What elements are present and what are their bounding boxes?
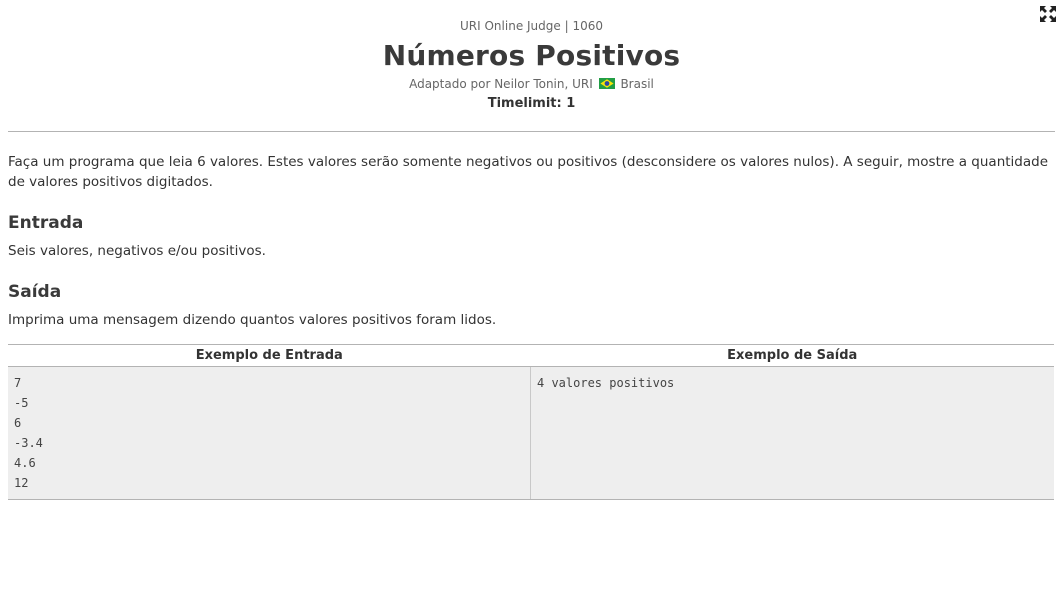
example-output-line: 4 valores positivos <box>537 376 675 390</box>
examples-table: Exemplo de Entrada Exemplo de Saída 7 -5… <box>8 344 1054 500</box>
input-heading: Entrada <box>8 213 84 233</box>
author-line: Adaptado por Neilor Tonin, URI Brasil <box>0 76 1063 92</box>
brazil-flag-icon <box>598 77 615 89</box>
problem-description: Faça um programa que leia 6 valores. Est… <box>8 154 1049 190</box>
problem-body: Faça um programa que leia 6 valores. Est… <box>0 152 1063 500</box>
country-name: Brasil <box>620 77 654 91</box>
problem-header: URI Online Judge | 1060 Números Positivo… <box>0 0 1063 113</box>
problem-title: Números Positivos <box>382 39 681 72</box>
timelimit: Timelimit: 1 <box>487 96 576 111</box>
judge-label: URI Online Judge | 1060 <box>460 19 603 33</box>
example-input-line: 12 <box>14 476 29 490</box>
example-input-line: 6 <box>14 416 22 430</box>
example-input-line: -3.4 <box>14 436 43 450</box>
author-text: Adaptado por Neilor Tonin, URI <box>409 77 593 91</box>
input-description: Seis valores, negativos e/ou positivos. <box>8 243 266 259</box>
example-input-cell: 7 -5 6 -3.4 4.6 12 <box>8 366 531 500</box>
output-heading: Saída <box>8 282 62 302</box>
example-input-line: 4.6 <box>14 456 36 470</box>
example-input-line: 7 <box>14 376 22 390</box>
header-divider <box>8 131 1055 132</box>
example-output-cell: 4 valores positivos <box>530 366 1054 500</box>
output-description: Imprima uma mensagem dizendo quantos val… <box>8 312 497 328</box>
fullscreen-expand-icon[interactable] <box>1039 5 1057 23</box>
example-input-line: -5 <box>14 396 29 410</box>
example-input-header: Exemplo de Entrada <box>8 344 531 367</box>
example-output-header: Exemplo de Saída <box>530 344 1054 367</box>
